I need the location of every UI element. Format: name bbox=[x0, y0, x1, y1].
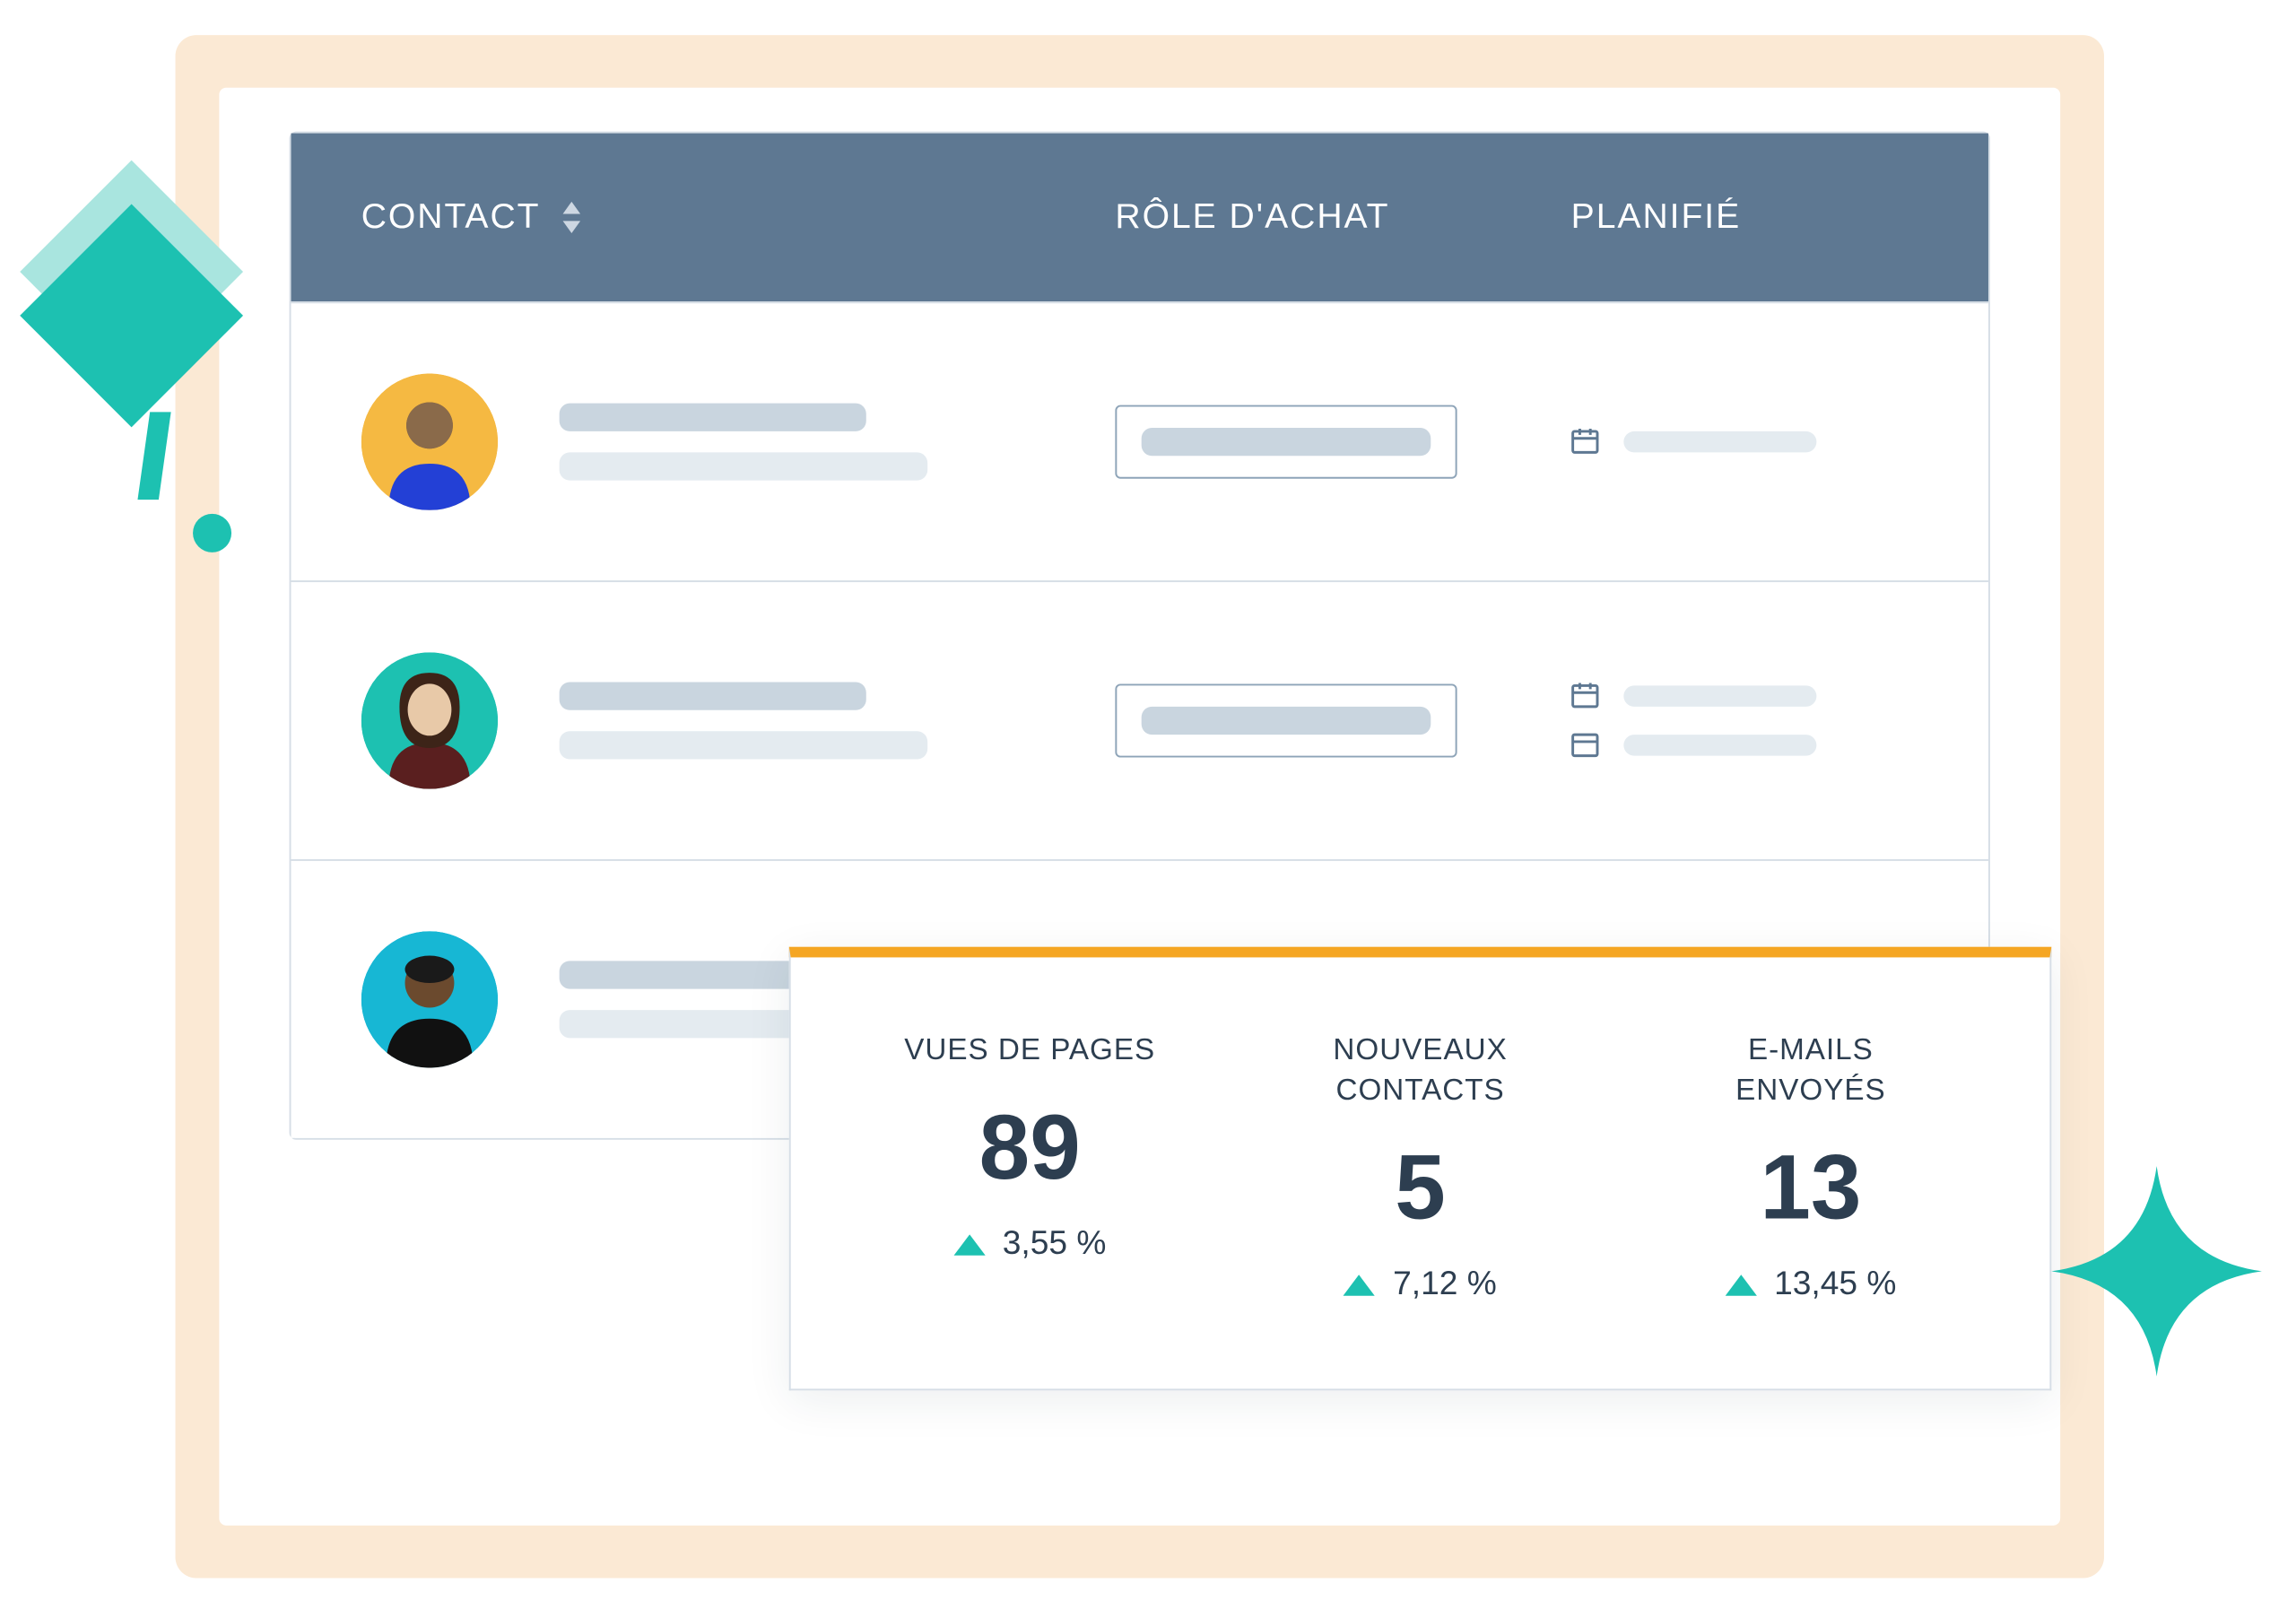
placeholder-line bbox=[1142, 707, 1431, 735]
stat-label: NOUVEAUX CONTACTS bbox=[1333, 1031, 1507, 1112]
placeholder-line bbox=[560, 404, 866, 431]
column-header-planned-label: PLANIFIÉ bbox=[1571, 197, 1741, 236]
column-header-role[interactable]: RÔLE D'ACHAT bbox=[1115, 197, 1570, 238]
placeholder-line bbox=[560, 452, 928, 480]
decoration-sparkle bbox=[2051, 1166, 2262, 1377]
trend-up-icon bbox=[1344, 1274, 1375, 1295]
stat-emails-sent: E-MAILS ENVOYÉS 13 13,45 % bbox=[1624, 1031, 1997, 1305]
avatar bbox=[361, 931, 498, 1067]
calendar-icon bbox=[1571, 682, 1599, 709]
stat-page-views: VUES DE PAGES 89 3,55 % bbox=[843, 1031, 1216, 1305]
stat-value: 89 bbox=[979, 1103, 1081, 1195]
contact-name-block bbox=[560, 682, 928, 759]
stat-new-contacts: NOUVEAUX CONTACTS 5 7,12 % bbox=[1234, 1031, 1607, 1305]
stat-change: 7,12 % bbox=[1344, 1266, 1496, 1304]
placeholder-line bbox=[1623, 431, 1816, 452]
table-header-row: CONTACT RÔLE D'ACHAT PLANIFIÉ bbox=[291, 134, 1988, 302]
column-header-planned[interactable]: PLANIFIÉ bbox=[1571, 197, 1918, 238]
stat-label: VUES DE PAGES bbox=[904, 1031, 1155, 1072]
placeholder-line bbox=[1623, 735, 1816, 755]
avatar bbox=[361, 373, 498, 509]
stat-change-value: 3,55 % bbox=[1003, 1225, 1107, 1264]
stat-change-value: 13,45 % bbox=[1774, 1266, 1896, 1304]
placeholder-line bbox=[1623, 685, 1816, 706]
stat-change-value: 7,12 % bbox=[1393, 1266, 1497, 1304]
planned-item[interactable] bbox=[1571, 731, 1918, 759]
role-select[interactable] bbox=[1115, 405, 1457, 479]
stat-change: 3,55 % bbox=[953, 1225, 1106, 1264]
sort-icon bbox=[558, 197, 586, 238]
stat-value: 5 bbox=[1395, 1143, 1446, 1234]
calendar-icon bbox=[1571, 428, 1599, 456]
table-row[interactable] bbox=[291, 301, 1988, 580]
table-row[interactable] bbox=[291, 580, 1988, 859]
avatar bbox=[361, 652, 498, 788]
contact-name-block bbox=[560, 404, 928, 481]
trend-up-icon bbox=[953, 1234, 985, 1255]
column-header-contact-label: CONTACT bbox=[361, 197, 541, 238]
stat-change: 13,45 % bbox=[1725, 1266, 1896, 1304]
decoration-exclaim-bar bbox=[137, 412, 170, 500]
decoration-dot bbox=[193, 514, 231, 552]
stat-label: E-MAILS ENVOYÉS bbox=[1735, 1031, 1886, 1112]
column-header-contact[interactable]: CONTACT bbox=[361, 197, 1116, 238]
stats-card: VUES DE PAGES 89 3,55 % NOUVEAUX CONTACT… bbox=[789, 947, 2052, 1390]
planned-item[interactable] bbox=[1571, 428, 1918, 456]
window-icon bbox=[1571, 731, 1599, 759]
column-header-role-label: RÔLE D'ACHAT bbox=[1115, 197, 1389, 236]
stat-value: 13 bbox=[1760, 1143, 1861, 1234]
role-select[interactable] bbox=[1115, 683, 1457, 757]
trend-up-icon bbox=[1725, 1274, 1756, 1295]
placeholder-line bbox=[560, 731, 928, 759]
placeholder-line bbox=[560, 682, 866, 709]
planned-item[interactable] bbox=[1571, 682, 1918, 709]
placeholder-line bbox=[1142, 428, 1431, 456]
